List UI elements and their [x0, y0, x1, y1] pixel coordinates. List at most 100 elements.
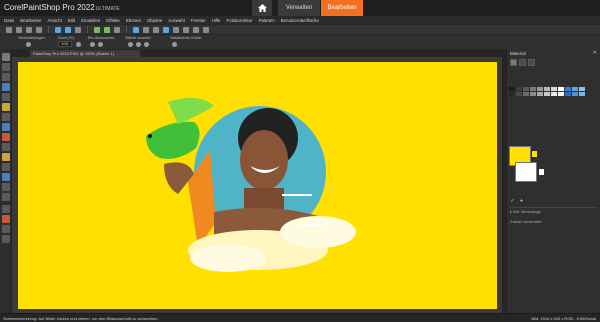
pick-tool-icon[interactable] — [2, 63, 10, 71]
tab-swatches[interactable] — [528, 59, 535, 66]
swatch[interactable] — [509, 92, 515, 96]
cut-icon[interactable] — [75, 26, 81, 33]
layer-icon[interactable] — [133, 26, 139, 33]
menu-user-interface[interactable]: Benutzeroberfläche — [281, 18, 319, 23]
swatch[interactable] — [565, 92, 571, 96]
object-remover-icon[interactable] — [2, 235, 10, 243]
zoom-in-icon[interactable] — [90, 42, 95, 47]
flood-fill-icon[interactable] — [2, 153, 10, 161]
swatch[interactable] — [523, 87, 529, 91]
menu-file[interactable]: Datei — [4, 18, 14, 23]
red-eye-tool-icon[interactable] — [2, 103, 10, 111]
add-icon[interactable]: + — [519, 199, 524, 204]
warp-brush-icon[interactable] — [2, 193, 10, 201]
zoom-more-icon[interactable] — [128, 42, 133, 47]
swatch[interactable] — [530, 87, 536, 91]
history-icon[interactable] — [114, 26, 120, 33]
eraser-tool-icon[interactable] — [2, 143, 10, 151]
makeover-tool-icon[interactable] — [2, 113, 10, 121]
swatch[interactable] — [530, 92, 536, 96]
swatch[interactable] — [572, 92, 578, 96]
new-file-icon[interactable] — [6, 26, 12, 33]
scratch-remover-icon[interactable] — [2, 225, 10, 233]
all-tools-label[interactable]: ▸ Alle Werkzeuge — [510, 209, 541, 214]
paint-brush-icon[interactable] — [2, 133, 10, 141]
menu-effects[interactable]: Effekte — [106, 18, 120, 23]
menu-adjust[interactable]: Einstellen — [81, 18, 100, 23]
document-tab[interactable]: PaintShop Pro 2022.PNG @ 100% (Raster 1) — [30, 50, 140, 57]
swatch[interactable] — [544, 92, 550, 96]
swatch[interactable] — [551, 92, 557, 96]
pen-tool-icon[interactable] — [2, 183, 10, 191]
tab-rainbow[interactable] — [519, 59, 526, 66]
print-icon[interactable] — [36, 26, 42, 33]
pan-tool-icon[interactable] — [2, 53, 10, 61]
menu-palettes[interactable]: Paletten — [259, 18, 275, 23]
tab-edit[interactable]: Bearbeiten — [321, 0, 363, 16]
tab-frame[interactable] — [510, 59, 517, 66]
clone-brush-icon[interactable] — [2, 123, 10, 131]
swatch[interactable] — [516, 87, 522, 91]
resize-icon[interactable] — [153, 26, 159, 33]
brightness-icon[interactable] — [173, 26, 179, 33]
menu-edit[interactable]: Bearbeiten — [20, 18, 41, 23]
workspace[interactable] — [12, 57, 511, 313]
image-canvas[interactable] — [18, 62, 497, 309]
swatch[interactable] — [558, 87, 564, 91]
actual-size-icon[interactable] — [172, 42, 177, 47]
swatch[interactable] — [572, 87, 578, 91]
swatch[interactable] — [558, 92, 564, 96]
fit-window-icon[interactable] — [144, 42, 149, 47]
zoom-out-icon[interactable] — [98, 42, 103, 47]
swatch-grid[interactable] — [509, 87, 589, 97]
adjust-icon[interactable] — [163, 26, 169, 33]
menu-layers[interactable]: Ebenen — [126, 18, 141, 23]
crop-tool-icon[interactable] — [2, 83, 10, 91]
menu-window[interactable]: Fenster — [191, 18, 206, 23]
redo-icon[interactable] — [104, 26, 110, 33]
shape-tool-icon[interactable] — [2, 173, 10, 181]
script-icon[interactable] — [193, 26, 199, 33]
undo-icon[interactable] — [94, 26, 100, 33]
home-button[interactable] — [252, 0, 272, 16]
straighten-tool-icon[interactable] — [2, 93, 10, 101]
open-file-icon[interactable] — [16, 26, 22, 33]
swatch[interactable] — [537, 87, 543, 91]
hue-icon[interactable] — [183, 26, 189, 33]
presets-dropdown[interactable] — [26, 42, 31, 47]
copy-icon[interactable] — [55, 26, 61, 33]
background-color-chip[interactable] — [539, 169, 544, 175]
swatch[interactable] — [537, 92, 543, 96]
save-icon[interactable] — [26, 26, 32, 33]
selection-tool-icon[interactable] — [2, 73, 10, 81]
menu-photo-fix[interactable]: Fotokorrektur — [226, 18, 252, 23]
zoom-stepper[interactable] — [76, 42, 81, 47]
swatch[interactable] — [544, 87, 550, 91]
menu-objects[interactable]: Objekte — [147, 18, 162, 23]
paste-icon[interactable] — [65, 26, 71, 33]
text-tool-icon[interactable] — [2, 163, 10, 171]
menu-view[interactable]: Ansicht — [48, 18, 62, 23]
swatch[interactable] — [516, 92, 522, 96]
menu-image[interactable]: Bild — [68, 18, 75, 23]
swatch[interactable] — [509, 87, 515, 91]
checkmark-icon[interactable]: ✓ — [510, 199, 515, 204]
swatch[interactable] — [565, 87, 571, 91]
zoom-less-icon[interactable] — [136, 42, 141, 47]
lighten-brush-icon[interactable] — [2, 215, 10, 223]
swatch[interactable] — [551, 87, 557, 91]
zoom-input[interactable]: 100 — [58, 41, 72, 47]
swatch[interactable] — [523, 92, 529, 96]
zoom-in-out-label: Ein-/Auszoomen: — [88, 36, 116, 40]
preferences-icon[interactable] — [203, 26, 209, 33]
background-material[interactable] — [515, 162, 537, 182]
menu-help[interactable]: Hilfe — [212, 18, 221, 23]
dropper-tool-icon[interactable] — [2, 205, 10, 213]
foreground-color-chip[interactable] — [532, 151, 537, 157]
swatch[interactable] — [579, 92, 585, 96]
close-icon[interactable]: ✕ — [593, 50, 597, 56]
tab-manage[interactable]: Verwalten — [278, 0, 320, 16]
swatch[interactable] — [579, 87, 585, 91]
crop-icon[interactable] — [143, 26, 149, 33]
menu-selections[interactable]: Auswahl — [168, 18, 185, 23]
